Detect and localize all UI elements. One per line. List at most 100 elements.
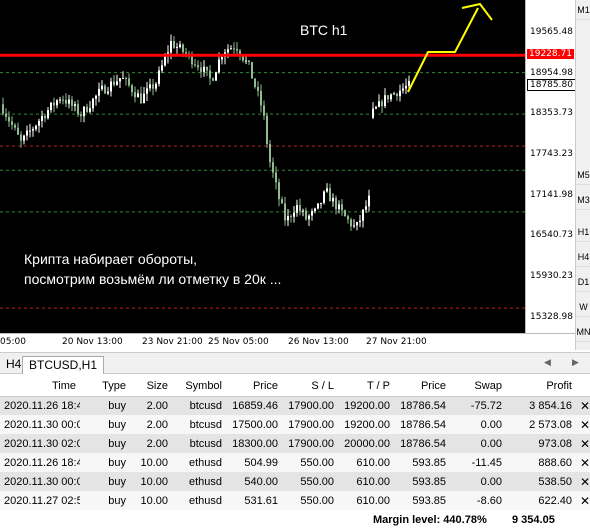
table-cell: 10.00: [130, 472, 172, 491]
tab-scroll-right-icon[interactable]: ▶: [572, 357, 579, 368]
candle-body: [170, 40, 172, 53]
column-header[interactable]: T / P: [338, 376, 394, 397]
tab-scroll-left-icon[interactable]: ◀: [544, 357, 551, 368]
candle-body: [212, 78, 214, 81]
table-cell: 2020.11.30 00:05...: [0, 415, 80, 434]
column-header[interactable]: S / L: [282, 376, 338, 397]
price-tag: 19228.71: [527, 49, 574, 60]
candle-body: [317, 203, 319, 209]
candle-body: [104, 85, 106, 94]
table-cell: 10.00: [130, 491, 172, 510]
column-header[interactable]: Swap: [450, 376, 506, 397]
candle-body: [185, 52, 187, 54]
candle-body: [29, 130, 31, 132]
table-cell: 2.00: [130, 415, 172, 434]
candle-body: [278, 182, 280, 200]
table-cell: 19200.00: [338, 396, 394, 415]
close-position-icon[interactable]: ✕: [576, 415, 590, 434]
timeframe-button-h4[interactable]: H4: [576, 247, 590, 267]
price-tick-label: 15328.98: [530, 311, 573, 322]
candle-body: [390, 94, 392, 100]
candle-body: [122, 78, 124, 80]
candle-body: [359, 220, 361, 223]
table-cell: 10.00: [130, 453, 172, 472]
price-tick-label: 18954.98: [530, 67, 573, 78]
table-cell: 610.00: [338, 491, 394, 510]
time-tick-label: 27 Nov 21:00: [366, 337, 427, 347]
table-row[interactable]: 2020.11.26 18:44...buy10.00ethusd504.995…: [0, 453, 590, 472]
timeframe-button-m3[interactable]: M3: [576, 190, 590, 210]
table-row[interactable]: 2020.11.30 00:05...buy10.00ethusd540.005…: [0, 472, 590, 491]
price-chart[interactable]: BTC h1 Крипта набирает обороты, посмотри…: [0, 0, 525, 333]
table-cell: ethusd: [172, 453, 226, 472]
candle-body: [248, 60, 250, 62]
table-cell: 0.00: [450, 472, 506, 491]
table-row[interactable]: 2020.11.26 18:42...buy2.00btcusd16859.46…: [0, 396, 590, 415]
candle-body: [335, 197, 337, 210]
candle-body: [11, 121, 13, 125]
column-header[interactable]: Time: [0, 376, 80, 397]
table-cell: 19200.00: [338, 415, 394, 434]
close-position-icon[interactable]: ✕: [576, 434, 590, 453]
candle-body: [272, 162, 274, 173]
candle-body: [251, 61, 253, 79]
candle-body: [260, 90, 262, 106]
table-row[interactable]: 2020.11.30 00:05...buy2.00btcusd17500.00…: [0, 415, 590, 434]
table-row[interactable]: 2020.11.27 02:53...buy10.00ethusd531.615…: [0, 491, 590, 510]
close-position-icon[interactable]: ✕: [576, 453, 590, 472]
candle-body: [362, 209, 364, 221]
candle-body: [8, 116, 10, 122]
candle-body: [173, 40, 175, 48]
timeframe-button-mn[interactable]: MN: [576, 322, 590, 342]
close-position-icon[interactable]: ✕: [576, 491, 590, 510]
timeframe-button-h1[interactable]: H1: [576, 222, 590, 242]
candle-body: [50, 102, 52, 111]
candle-body: [179, 44, 181, 47]
timeframe-button-m1[interactable]: M1: [576, 0, 590, 20]
candle-body: [56, 100, 58, 106]
candle-body: [365, 206, 367, 210]
candle-body: [98, 89, 100, 96]
column-header[interactable]: Size: [130, 376, 172, 397]
candle-body: [14, 124, 16, 128]
candle-body: [344, 210, 346, 217]
timeframe-button-d1[interactable]: D1: [576, 272, 590, 292]
column-header[interactable]: Profit: [506, 376, 576, 397]
timeframe-button-m5[interactable]: M5: [576, 165, 590, 185]
table-cell: 18786.54: [394, 396, 450, 415]
price-tick-label: 15930.23: [530, 271, 573, 282]
candle-body: [387, 95, 389, 100]
candle-body: [257, 86, 259, 91]
timeframe-button-w[interactable]: W: [576, 297, 590, 317]
candle-body: [101, 85, 103, 90]
margin-level: Margin level: 440.78%: [373, 514, 487, 526]
candle-body: [323, 191, 325, 203]
column-header[interactable]: Type: [80, 376, 130, 397]
column-header[interactable]: Price: [226, 376, 282, 397]
candle-body: [372, 108, 374, 118]
candle-body: [281, 199, 283, 204]
table-cell: 540.00: [226, 472, 282, 491]
candle-body: [80, 114, 82, 117]
column-header[interactable]: Symbol: [172, 376, 226, 397]
table-cell: ethusd: [172, 491, 226, 510]
total-profit: 9 354.05: [512, 514, 555, 526]
time-axis[interactable]: 05:00 20 Nov 13:00 23 Nov 21:00 25 Nov 05:0…: [0, 333, 575, 350]
close-position-icon[interactable]: ✕: [576, 472, 590, 491]
candle-body: [2, 104, 4, 114]
time-tick-label: 26 Nov 13:00: [288, 337, 349, 347]
candle-body: [408, 80, 410, 86]
column-header[interactable]: Price: [394, 376, 450, 397]
table-cell: 17900.00: [282, 415, 338, 434]
candle-body: [209, 70, 211, 79]
tab-btcusd-h1[interactable]: BTCUSD,H1: [22, 356, 105, 374]
table-row[interactable]: 2020.11.30 02:04...buy2.00btcusd18300.00…: [0, 434, 590, 453]
table-cell: btcusd: [172, 396, 226, 415]
candle-body: [368, 195, 370, 207]
price-axis[interactable]: 19565.48 18954.98 18353.73 17743.23 17141.98…: [525, 0, 576, 333]
candle-body: [305, 210, 307, 220]
close-position-icon[interactable]: ✕: [576, 396, 590, 415]
table-cell: buy: [80, 434, 130, 453]
table-cell: buy: [80, 472, 130, 491]
table-cell: 550.00: [282, 472, 338, 491]
